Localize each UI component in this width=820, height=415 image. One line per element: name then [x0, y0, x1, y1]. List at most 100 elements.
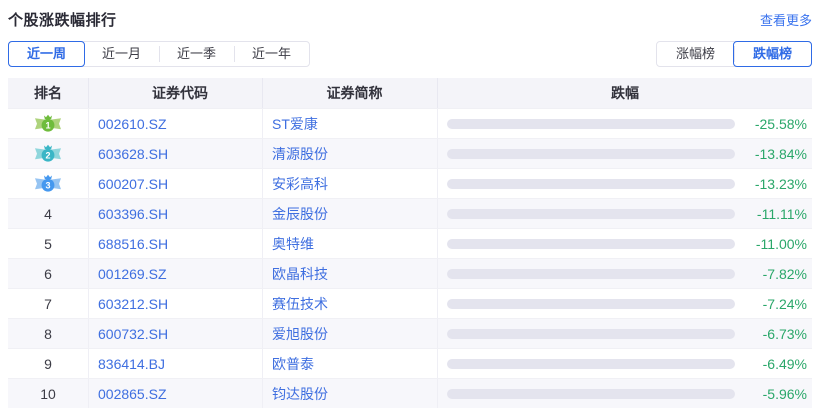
stock-code-link[interactable]: 688516.SH: [98, 236, 168, 252]
name-cell: 爱旭股份: [262, 319, 437, 348]
decline-percent: -6.73%: [762, 325, 807, 342]
change-cell: -7.82%: [437, 259, 812, 288]
name-cell: 清源股份: [262, 139, 437, 168]
decline-percent: -13.23%: [754, 175, 807, 192]
stock-name-link[interactable]: 欧晶科技: [272, 264, 328, 284]
col-header-name: 证券简称: [262, 78, 437, 108]
decline-percent: -13.84%: [754, 145, 807, 162]
rank-table: 排名 证券代码 证券简称 跌幅 1 002610.SZ ST爱康 -25.58%…: [8, 78, 812, 408]
change-cell: -13.84%: [437, 139, 812, 168]
change-cell: -5.96%: [437, 379, 812, 408]
stock-code-link[interactable]: 001269.SZ: [98, 266, 167, 282]
rank-medal-icon: 3: [35, 174, 61, 192]
svg-text:2: 2: [45, 150, 50, 160]
stock-code-link[interactable]: 603212.SH: [98, 296, 168, 312]
table-row[interactable]: 5 688516.SH 奥特维 -11.00%: [8, 228, 812, 258]
decline-percent: -5.96%: [762, 385, 807, 402]
decline-bar-track: [447, 328, 735, 339]
stock-name-link[interactable]: ST爱康: [272, 114, 318, 134]
decline-percent: -6.49%: [762, 355, 807, 372]
panel-header: 个股涨跌幅排行 查看更多: [8, 0, 812, 29]
tab-period-quarter[interactable]: 近一季: [159, 42, 234, 66]
tab-period-month[interactable]: 近一月: [84, 42, 159, 66]
code-cell: 836414.BJ: [88, 349, 262, 378]
decline-bar-track: [447, 178, 735, 189]
code-cell: 002610.SZ: [88, 109, 262, 138]
stock-code-link[interactable]: 600207.SH: [98, 176, 168, 192]
stock-name-link[interactable]: 欧普泰: [272, 354, 314, 374]
page-title: 个股涨跌幅排行: [8, 11, 117, 29]
table-body: 1 002610.SZ ST爱康 -25.58% 2 603628.SH 清源股…: [8, 108, 812, 408]
stock-name-link[interactable]: 清源股份: [272, 144, 328, 164]
svg-text:3: 3: [45, 180, 50, 190]
decline-percent: -7.82%: [762, 265, 807, 282]
col-header-rank: 排名: [34, 85, 62, 101]
table-row[interactable]: 4 603396.SH 金辰股份 -11.11%: [8, 198, 812, 228]
stock-name-link[interactable]: 安彩高科: [272, 174, 328, 194]
decline-percent: -11.11%: [756, 205, 807, 222]
table-row[interactable]: 2 603628.SH 清源股份 -13.84%: [8, 138, 812, 168]
decline-bar-track: [447, 208, 735, 219]
decline-bar-track: [447, 298, 735, 309]
table-header-row: 排名 证券代码 证券简称 跌幅: [8, 78, 812, 108]
stock-code-link[interactable]: 836414.BJ: [98, 356, 165, 372]
code-cell: 688516.SH: [88, 229, 262, 258]
table-row[interactable]: 9 836414.BJ 欧普泰 -6.49%: [8, 348, 812, 378]
code-cell: 001269.SZ: [88, 259, 262, 288]
rank-medal-icon: 2: [35, 144, 61, 162]
change-cell: -25.58%: [437, 109, 812, 138]
name-cell: 欧普泰: [262, 349, 437, 378]
stock-code-link[interactable]: 603628.SH: [98, 146, 168, 162]
tab-period-year[interactable]: 近一年: [234, 42, 309, 66]
change-cell: -11.11%: [437, 199, 812, 228]
name-cell: 钧达股份: [262, 379, 437, 408]
decline-bar-track: [447, 358, 735, 369]
tab-losers-board[interactable]: 跌幅榜: [733, 41, 812, 67]
name-cell: 安彩高科: [262, 169, 437, 198]
stock-name-link[interactable]: 钧达股份: [272, 384, 328, 404]
stock-code-link[interactable]: 002610.SZ: [98, 116, 167, 132]
tab-period-week[interactable]: 近一周: [8, 41, 85, 67]
name-cell: 金辰股份: [262, 199, 437, 228]
svg-text:1: 1: [45, 120, 50, 130]
change-cell: -6.49%: [437, 349, 812, 378]
table-row[interactable]: 6 001269.SZ 欧晶科技 -7.82%: [8, 258, 812, 288]
table-row[interactable]: 8 600732.SH 爱旭股份 -6.73%: [8, 318, 812, 348]
rank-cell: 10: [40, 385, 56, 402]
stock-name-link[interactable]: 金辰股份: [272, 204, 328, 224]
rank-cell: 6: [44, 265, 52, 282]
stock-code-link[interactable]: 603396.SH: [98, 206, 168, 222]
col-header-change: 跌幅: [437, 78, 812, 108]
rank-cell: 8: [44, 325, 52, 342]
tab-gainers-board[interactable]: 涨幅榜: [657, 42, 734, 66]
decline-bar-track: [447, 388, 735, 399]
rank-cell: 9: [44, 355, 52, 372]
rank-cell: 4: [44, 205, 52, 222]
filter-bar: 近一周 近一月 近一季 近一年 涨幅榜 跌幅榜: [8, 41, 812, 67]
rank-medal-icon: 1: [35, 114, 61, 132]
name-cell: 赛伍技术: [262, 289, 437, 318]
decline-percent: -7.24%: [762, 295, 807, 312]
table-row[interactable]: 3 600207.SH 安彩高科 -13.23%: [8, 168, 812, 198]
stock-name-link[interactable]: 奥特维: [272, 234, 314, 254]
rank-cell: 1: [8, 109, 88, 138]
change-cell: -11.00%: [437, 229, 812, 258]
name-cell: 奥特维: [262, 229, 437, 258]
rank-cell: 2: [8, 139, 88, 168]
view-more-link[interactable]: 查看更多: [760, 10, 812, 29]
stock-name-link[interactable]: 爱旭股份: [272, 324, 328, 344]
board-tab-group: 涨幅榜 跌幅榜: [656, 41, 812, 67]
stock-name-link[interactable]: 赛伍技术: [272, 294, 328, 314]
code-cell: 600732.SH: [88, 319, 262, 348]
table-row[interactable]: 1 002610.SZ ST爱康 -25.58%: [8, 108, 812, 138]
change-cell: -7.24%: [437, 289, 812, 318]
code-cell: 002865.SZ: [88, 379, 262, 408]
stock-code-link[interactable]: 600732.SH: [98, 326, 168, 342]
stock-code-link[interactable]: 002865.SZ: [98, 386, 167, 402]
rank-cell: 3: [8, 169, 88, 198]
table-row[interactable]: 7 603212.SH 赛伍技术 -7.24%: [8, 288, 812, 318]
decline-bar-track: [447, 118, 735, 129]
table-row[interactable]: 10 002865.SZ 钧达股份 -5.96%: [8, 378, 812, 408]
col-header-code: 证券代码: [88, 78, 262, 108]
name-cell: 欧晶科技: [262, 259, 437, 288]
